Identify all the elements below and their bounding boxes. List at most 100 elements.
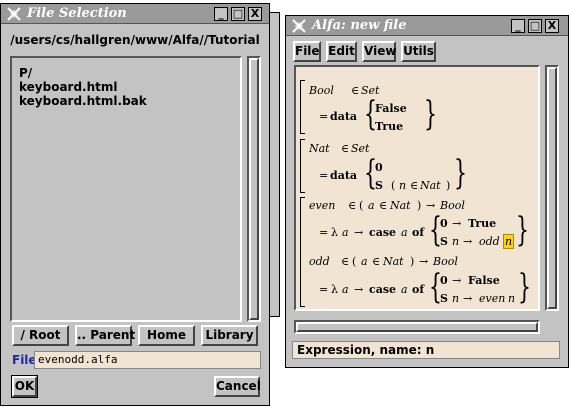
zero-pattern[interactable]: 0 xyxy=(440,274,448,287)
a-variable[interactable]: a xyxy=(368,199,375,212)
minimize-button[interactable]: _ xyxy=(214,7,228,21)
case-keyword: case xyxy=(369,226,397,239)
true-result[interactable]: True xyxy=(468,217,496,230)
maximize-icon: □ xyxy=(529,19,541,32)
arrow-symbol: → xyxy=(463,235,473,248)
left-paren: ( xyxy=(359,199,364,212)
bool-name[interactable]: Bool xyxy=(309,84,334,97)
false-result[interactable]: False xyxy=(468,274,500,287)
true-constructor[interactable]: True xyxy=(375,120,403,133)
right-brace: } xyxy=(424,94,437,134)
arrow-symbol: → xyxy=(452,274,462,287)
arrow-symbol: → xyxy=(354,283,364,296)
even-call[interactable]: even xyxy=(479,292,505,305)
zero-constructor[interactable]: 0 xyxy=(375,161,383,174)
file-list-scrollbar[interactable] xyxy=(247,56,261,322)
of-keyword: of xyxy=(412,283,425,296)
data-keyword: data xyxy=(330,169,358,182)
x-logo-icon xyxy=(7,7,21,21)
bool-type[interactable]: Bool xyxy=(440,199,465,212)
minimize-icon: _ xyxy=(218,7,224,20)
file-selection-window: File Selection _ □ X /users/cs/hallgren/… xyxy=(0,3,270,406)
list-item[interactable]: keyboard.html xyxy=(19,80,240,94)
alfa-window: Alfa: new file _ □ X File Edit View Util… xyxy=(285,15,569,368)
elem-symbol: ∈ xyxy=(410,179,419,192)
odd-name[interactable]: odd xyxy=(309,255,330,268)
file-list[interactable]: P/ keyboard.html keyboard.html.bak xyxy=(10,56,242,322)
status-bar: Expression, name: n xyxy=(292,341,560,359)
nat-type[interactable]: Nat xyxy=(420,179,441,192)
parent-button[interactable]: .. Parent xyxy=(75,325,135,346)
menu-file[interactable]: File xyxy=(293,41,321,62)
equals-symbol: = xyxy=(319,283,329,296)
n-variable[interactable]: n xyxy=(452,235,459,248)
a-variable[interactable]: a xyxy=(342,226,349,239)
current-path: /users/cs/hallgren/www/Alfa//Tutorial xyxy=(10,33,260,47)
right-paren: ) xyxy=(446,179,451,192)
minimize-button[interactable]: _ xyxy=(511,19,525,33)
ok-button[interactable]: OK xyxy=(11,375,38,398)
a-variable[interactable]: a xyxy=(361,255,368,268)
equals-symbol: = xyxy=(319,110,329,123)
case-keyword: case xyxy=(369,283,397,296)
root-button[interactable]: / Root xyxy=(12,325,69,346)
menu-view[interactable]: View xyxy=(362,41,396,62)
document-horizontal-scrollbar[interactable] xyxy=(294,320,540,334)
nat-type[interactable]: Nat xyxy=(383,255,404,268)
right-brace: } xyxy=(516,210,529,250)
elem-symbol: ∈ xyxy=(351,84,360,97)
close-button[interactable]: X xyxy=(248,7,262,21)
succ-constructor[interactable]: S xyxy=(375,179,383,192)
elem-symbol: ∈ xyxy=(379,199,388,212)
document-vertical-scrollbar[interactable] xyxy=(545,65,559,311)
elem-symbol: ∈ xyxy=(372,255,381,268)
selected-n-variable[interactable]: n xyxy=(502,234,515,249)
left-paren: ( xyxy=(391,179,396,192)
minimize-icon: _ xyxy=(515,19,521,32)
succ-pattern[interactable]: S xyxy=(440,235,448,248)
menu-utils[interactable]: Utils xyxy=(401,41,436,62)
a-variable[interactable]: a xyxy=(401,226,408,239)
nat-name[interactable]: Nat xyxy=(309,142,330,155)
false-constructor[interactable]: False xyxy=(375,102,407,115)
arrow-symbol: → xyxy=(463,292,473,305)
a-variable[interactable]: a xyxy=(342,283,349,296)
maximize-button[interactable]: □ xyxy=(231,7,245,21)
list-item[interactable]: keyboard.html.bak xyxy=(19,94,240,108)
a-variable[interactable]: a xyxy=(401,283,408,296)
file-name-input[interactable]: evenodd.alfa xyxy=(34,351,261,369)
right-paren: ) xyxy=(410,255,415,268)
arrow-symbol: → xyxy=(354,226,364,239)
maximize-button[interactable]: □ xyxy=(528,19,542,33)
file-selection-title: File Selection xyxy=(27,6,127,21)
bool-declaration[interactable] xyxy=(300,80,530,134)
lambda-symbol: λ xyxy=(331,283,338,296)
close-button[interactable]: X xyxy=(545,19,559,33)
alfa-titlebar[interactable]: Alfa: new file _ □ X xyxy=(286,16,568,36)
scrollbar-thumb[interactable] xyxy=(296,322,538,332)
alfa-title: Alfa: new file xyxy=(312,18,407,33)
elem-symbol: ∈ xyxy=(341,255,350,268)
n-variable[interactable]: n xyxy=(452,292,459,305)
odd-call[interactable]: odd xyxy=(479,235,500,248)
list-item[interactable]: P/ xyxy=(19,66,240,80)
menu-edit[interactable]: Edit xyxy=(326,41,357,62)
zero-pattern[interactable]: 0 xyxy=(440,217,448,230)
n-variable[interactable]: n xyxy=(508,292,515,305)
nat-type[interactable]: Nat xyxy=(390,199,411,212)
file-field-label: File xyxy=(12,353,37,367)
scrollbar-thumb[interactable] xyxy=(547,67,557,309)
home-button[interactable]: Home xyxy=(138,325,195,346)
cancel-button[interactable]: Cancel xyxy=(214,376,261,397)
file-selection-titlebar[interactable]: File Selection _ □ X xyxy=(1,4,269,24)
succ-pattern[interactable]: S xyxy=(440,292,448,305)
even-name[interactable]: even xyxy=(309,199,335,212)
n-variable[interactable]: n xyxy=(399,179,406,192)
right-paren: ) xyxy=(417,199,422,212)
left-paren: ( xyxy=(352,255,357,268)
scrollbar-thumb[interactable] xyxy=(249,58,259,320)
of-keyword: of xyxy=(412,226,425,239)
library-button[interactable]: Library xyxy=(201,325,258,346)
equals-symbol: = xyxy=(319,226,329,239)
proof-document[interactable]: Bool ∈ Set = data { False True } Nat ∈ S… xyxy=(294,65,540,311)
